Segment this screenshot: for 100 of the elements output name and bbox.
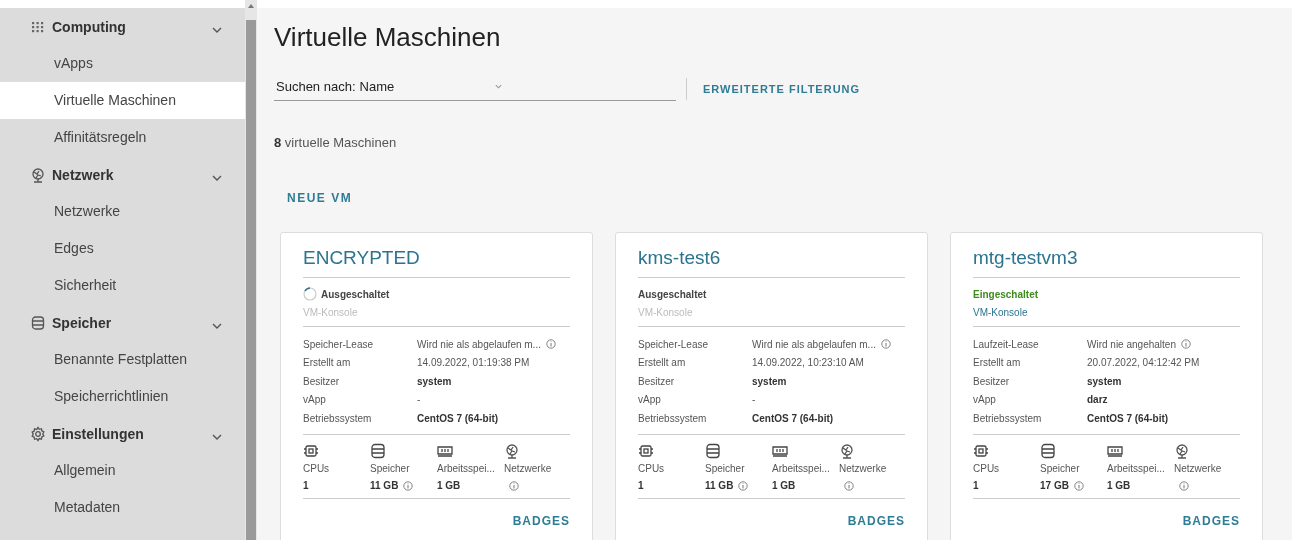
detail-value: - [417,394,421,406]
resource-value: 1 [973,480,979,491]
power-status: Ausgeschaltet [321,288,390,300]
info-icon[interactable] [738,480,749,491]
detail-label: Besitzer [973,375,1011,387]
vm-name[interactable]: ENCRYPTED [303,247,570,278]
detail-label: Speicher-Lease [638,338,710,350]
globe-icon [839,442,855,459]
resource-label: Netzwerke [1174,462,1222,474]
resource-value: 1 GB [772,480,796,491]
detail-value: system [752,375,787,387]
chip-icon [303,442,319,459]
resource-label: Speicher [705,462,745,474]
database-icon [705,442,721,459]
resource-value: 1 [638,480,644,491]
detail-label: Erstellt am [973,357,1022,369]
search-dropdown[interactable]: Suchen nach: Name [274,77,676,101]
sidebar-item[interactable]: Virtuelle Maschinen [0,82,245,119]
resource-label: Arbeitsspei... [772,462,830,474]
detail-value: CentOS 7 (64-bit) [417,412,499,424]
sidebar-group[interactable]: Netzwerk [52,166,114,183]
sidebar-item[interactable]: vApps [0,45,245,82]
sidebar-group[interactable]: Einstellungen [52,425,144,442]
resource-label: Netzwerke [504,462,552,474]
detail-label: vApp [638,394,662,406]
resource-label: Arbeitsspei... [437,462,495,474]
detail-value: 20.07.2022, 04:12:42 PM [1087,357,1200,369]
chip-icon [973,442,989,459]
resource-value: 1 GB [1107,480,1131,491]
detail-label: Betriebssystem [303,412,373,424]
page-title: Virtuelle Maschinen [274,22,502,53]
detail-value: system [1087,375,1122,387]
resource-label: Netzwerke [839,462,887,474]
resource-value: 1 GB [437,480,461,491]
detail-label: Erstellt am [303,357,352,369]
detail-value: Wird nie als abgelaufen m... [417,338,541,350]
info-icon[interactable] [844,480,854,491]
detail-value: Wird nie als abgelaufen m... [752,338,876,350]
settings-icon [30,425,46,442]
badges-link[interactable]: BADGES [1182,513,1240,528]
console-link[interactable]: VM-Konsole [973,307,1028,318]
detail-value: - [752,394,756,406]
vm-name[interactable]: mtg-testvm3 [973,247,1240,278]
detail-label: Speicher-Lease [303,338,375,350]
detail-label: Laufzeit-Lease [973,338,1040,350]
detail-label: vApp [973,394,997,406]
sidebar-item[interactable]: Netzwerke [0,193,245,230]
info-icon[interactable] [403,480,414,491]
detail-value: 14.09.2022, 01:19:38 PM [417,357,530,369]
detail-value: CentOS 7 (64-bit) [1087,412,1169,424]
resource-value: 11 GB [705,480,734,491]
resource-label: Arbeitsspei... [1107,462,1165,474]
power-status: Ausgeschaltet [638,288,707,300]
database-icon [370,442,386,459]
sidebar-item[interactable]: Affinitätsregeln [0,119,245,156]
resource-value: 11 GB [370,480,399,491]
sidebar-item[interactable]: Metadaten [0,489,245,526]
detail-value: darz [1087,394,1108,406]
sidebar-item[interactable]: Benannte Festplatten [0,341,245,378]
resource-label: Speicher [370,462,410,474]
detail-value: Wird nie angehalten [1087,338,1176,350]
globe-icon [30,166,46,183]
resource-label: CPUs [973,462,1000,474]
resource-label: CPUs [303,462,330,474]
sidebar-item[interactable]: Edges [0,230,245,267]
detail-value: CentOS 7 (64-bit) [752,412,834,424]
sidebar-group[interactable]: Speicher [52,314,112,331]
filter-link[interactable]: ERWEITERTE FILTERUNG [703,83,861,95]
vm-count: 8 virtuelle Maschinen [274,135,398,150]
resource-value: 17 GB [1040,480,1069,491]
info-icon[interactable] [1179,480,1189,491]
resource-label: Speicher [1040,462,1080,474]
resource-value: 1 [303,480,309,491]
database-icon [30,314,46,331]
detail-label: Besitzer [303,375,341,387]
sidebar-item[interactable]: Sicherheit [0,267,245,304]
database-icon [1040,442,1056,459]
sidebar-item[interactable]: Allgemein [0,452,245,489]
scrollbar[interactable] [245,0,257,540]
detail-value: system [417,375,452,387]
info-icon[interactable] [1180,339,1191,350]
globe-icon [1174,442,1190,459]
badges-link[interactable]: BADGES [512,513,570,528]
badges-link[interactable]: BADGES [847,513,905,528]
detail-label: Besitzer [638,375,676,387]
sidebar-group[interactable]: Computing [52,18,126,35]
vm-name[interactable]: kms-test6 [638,247,905,278]
info-icon[interactable] [880,339,891,350]
detail-label: Erstellt am [638,357,687,369]
detail-label: Betriebssystem [973,412,1043,424]
info-icon[interactable] [509,480,519,491]
detail-label: vApp [303,394,327,406]
detail-value: 14.09.2022, 10:23:10 AM [752,357,864,369]
info-icon[interactable] [1073,480,1084,491]
new-vm-button[interactable]: NEUE VM [287,191,353,205]
info-icon[interactable] [545,339,556,350]
resource-label: CPUs [638,462,665,474]
caret-icon[interactable] [494,82,504,91]
power-status: Eingeschaltet [973,288,1039,300]
sidebar-item[interactable]: Speicherrichtlinien [0,378,245,415]
